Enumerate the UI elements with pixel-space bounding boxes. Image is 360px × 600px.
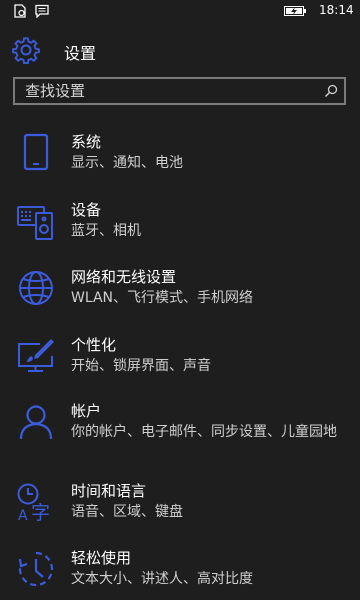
settings-item-personalization[interactable]: 个性化 开始、锁屏界面、声音 xyxy=(0,328,360,394)
settings-item-title: 设备 xyxy=(71,201,102,219)
search-box[interactable] xyxy=(13,77,346,105)
page-title: 设置 xyxy=(64,44,97,63)
gear-icon xyxy=(12,37,40,64)
settings-item-title: 帐户 xyxy=(71,402,102,420)
settings-item-subtitle: 你的帐户、电子邮件、同步设置、儿童园地 xyxy=(71,424,337,440)
settings-item-text: 帐户 你的帐户、电子邮件、同步设置、儿童园地 xyxy=(71,394,360,443)
settings-item-text: 时间和语言 语音、区域、键盘 xyxy=(71,474,360,523)
message-icon xyxy=(35,4,49,18)
notification-app-icon xyxy=(14,4,26,18)
settings-item-title: 网络和无线设置 xyxy=(71,268,177,286)
settings-item-text: 轻松使用 文本大小、讲述人、高对比度 xyxy=(71,541,360,590)
devices-icon xyxy=(17,206,53,240)
settings-item-system[interactable]: 系统 显示、通知、电池 xyxy=(0,125,360,193)
ease-of-access-icon xyxy=(18,551,54,587)
svg-text:A: A xyxy=(18,508,28,522)
settings-item-subtitle: 显示、通知、电池 xyxy=(71,155,183,171)
settings-item-accounts[interactable]: 帐户 你的帐户、电子邮件、同步设置、儿童园地 xyxy=(0,394,360,474)
person-icon xyxy=(19,405,53,440)
phone-icon xyxy=(23,133,49,171)
battery-charging-icon xyxy=(284,6,306,16)
page-header: 设置 xyxy=(0,30,360,70)
settings-item-title: 个性化 xyxy=(71,336,117,354)
settings-item-title: 轻松使用 xyxy=(71,549,132,567)
settings-item-time-language[interactable]: A 字 时间和语言 语音、区域、键盘 xyxy=(0,474,360,541)
time-language-icon: A 字 xyxy=(17,483,50,522)
personalization-icon xyxy=(18,339,54,372)
globe-icon xyxy=(19,271,53,305)
settings-item-ease-of-access[interactable]: 轻松使用 文本大小、讲述人、高对比度 xyxy=(0,541,360,600)
settings-item-subtitle: 蓝牙、相机 xyxy=(71,223,141,239)
settings-item-title: 时间和语言 xyxy=(71,482,147,500)
settings-item-subtitle: 开始、锁屏界面、声音 xyxy=(71,358,211,374)
svg-text:字: 字 xyxy=(31,502,50,522)
status-time: 18:14 xyxy=(319,3,354,17)
settings-item-text: 个性化 开始、锁屏界面、声音 xyxy=(71,328,360,377)
settings-item-network[interactable]: 网络和无线设置 WLAN、飞行模式、手机网络 xyxy=(0,260,360,328)
settings-item-title: 系统 xyxy=(71,133,102,151)
status-left-icons xyxy=(13,4,49,18)
search-icon[interactable] xyxy=(324,84,338,98)
status-bar: 18:14 xyxy=(0,0,360,22)
settings-item-text: 设备 蓝牙、相机 xyxy=(71,193,360,242)
settings-list: 系统 显示、通知、电池 设备 蓝牙、相机 网络和无线设置 WLAN、飞行模式、手… xyxy=(0,125,360,600)
settings-screen: 18:14 设置 系统 显示、通知、电池 xyxy=(0,0,360,600)
settings-item-subtitle: 语音、区域、键盘 xyxy=(71,504,183,520)
settings-item-text: 系统 显示、通知、电池 xyxy=(71,125,360,174)
search-input[interactable] xyxy=(25,79,315,103)
settings-item-devices[interactable]: 设备 蓝牙、相机 xyxy=(0,193,360,260)
settings-item-subtitle: WLAN、飞行模式、手机网络 xyxy=(71,290,254,306)
settings-item-text: 网络和无线设置 WLAN、飞行模式、手机网络 xyxy=(71,260,360,309)
settings-item-subtitle: 文本大小、讲述人、高对比度 xyxy=(71,571,253,587)
